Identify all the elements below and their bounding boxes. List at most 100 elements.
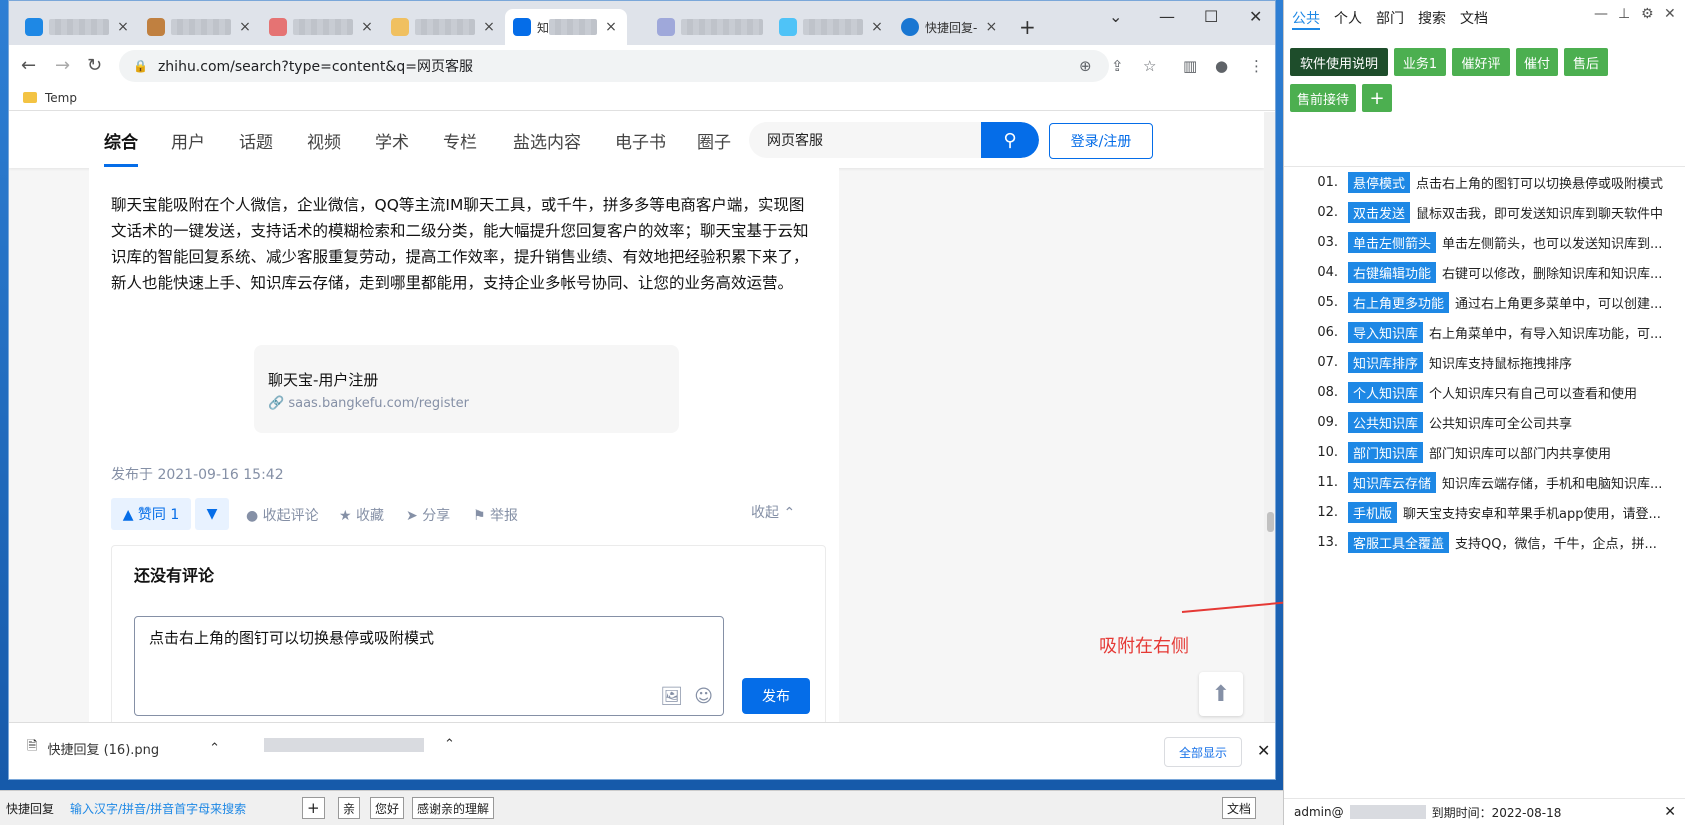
login-button[interactable]: 登录/注册 <box>1049 123 1153 159</box>
close-tab-icon[interactable]: × <box>603 19 619 35</box>
panel-tab-docs[interactable]: 文档 <box>1460 8 1488 30</box>
category-button[interactable]: 软件使用说明 <box>1290 48 1388 76</box>
profile-icon[interactable]: ● <box>1215 57 1228 75</box>
browser-tab[interactable]: 快捷回复- × <box>893 9 1015 45</box>
upvote-button[interactable]: ▲ 赞同 1 <box>111 498 191 530</box>
tab-academic[interactable]: 学术 <box>375 128 409 153</box>
browser-tab[interactable] <box>649 9 771 45</box>
close-window-icon[interactable]: ✕ <box>1249 7 1262 26</box>
browser-tab-active[interactable]: 知 × <box>505 9 627 45</box>
forward-icon[interactable]: → <box>55 55 70 76</box>
close-tab-icon[interactable]: × <box>983 19 999 35</box>
address-bar[interactable]: 🔒 zhihu.com/search?type=content&q=网页客服 <box>119 50 1109 82</box>
close-tab-icon[interactable]: × <box>115 19 131 35</box>
list-item[interactable]: 12. 手机版 聊天宝支持安卓和苹果手机app使用，请登... <box>1284 501 1685 523</box>
downvote-button[interactable]: ▼ <box>195 498 229 530</box>
docs-button[interactable]: 文档 <box>1222 797 1257 819</box>
add-button[interactable]: + <box>302 797 325 819</box>
panel-tabs: 公共 个人 部门 搜索 文档 <box>1292 8 1488 30</box>
comment-input[interactable]: 点击右上角的图钉可以切换悬停或吸附模式 🖼 ☺ <box>134 616 724 716</box>
minimize-icon[interactable]: — <box>1159 7 1175 26</box>
share-icon[interactable]: ⇪ <box>1111 57 1124 75</box>
list-item[interactable]: 08. 个人知识库 个人知识库只有自己可以查看和使用 <box>1284 381 1685 403</box>
list-item[interactable]: 10. 部门知识库 部门知识库可以部门内共享使用 <box>1284 441 1685 463</box>
browser-tab[interactable]: × <box>383 9 505 45</box>
emoji-icon[interactable]: ☺ <box>694 686 713 707</box>
list-item[interactable]: 03. 单击左侧箭头 单击左侧箭头，也可以发送知识库到... <box>1284 231 1685 253</box>
category-button[interactable]: 业务1 <box>1394 48 1446 76</box>
bookmark-temp[interactable]: Temp <box>45 91 77 105</box>
browser-tab[interactable]: × <box>17 9 139 45</box>
close-tab-icon[interactable]: × <box>869 19 885 35</box>
panel-tab-personal[interactable]: 个人 <box>1334 8 1362 30</box>
reload-icon[interactable]: ↻ <box>87 55 102 76</box>
tab-columns[interactable]: 专栏 <box>443 128 477 153</box>
browser-tab[interactable]: × <box>261 9 383 45</box>
back-icon[interactable]: ← <box>21 55 36 76</box>
download-item[interactable]: ⌃ <box>264 737 455 752</box>
panel-tab-search[interactable]: 搜索 <box>1418 8 1446 30</box>
browser-tab[interactable]: × <box>771 9 893 45</box>
menu-icon[interactable]: ⋮ <box>1249 57 1264 75</box>
panel-tab-public[interactable]: 公共 <box>1292 8 1320 30</box>
maximize-icon[interactable]: ☐ <box>1204 7 1218 26</box>
chevron-up-icon[interactable]: ⌃ <box>444 737 455 752</box>
category-button[interactable]: 售前接待 <box>1290 84 1356 112</box>
tab-search-icon[interactable]: ⌄ <box>1109 7 1122 26</box>
list-item[interactable]: 11. 知识库云存储 知识库云端存储，手机和电脑知识库... <box>1284 471 1685 493</box>
close-icon[interactable]: ✕ <box>1257 741 1270 760</box>
back-to-top-button[interactable]: ⬆ <box>1199 672 1243 716</box>
download-item[interactable]: 🗎 快捷回复 (16).png ⌃ <box>27 737 220 759</box>
close-tab-icon[interactable]: × <box>237 19 253 35</box>
tab-comprehensive[interactable]: 综合 <box>104 128 138 167</box>
link-card[interactable]: 聊天宝-用户注册 🔗 saas.bangkefu.com/register <box>254 345 679 433</box>
quick-phrase-button[interactable]: 感谢亲的理解 <box>412 797 495 819</box>
search-icon[interactable]: ⚲ <box>981 122 1039 158</box>
image-vip-icon[interactable]: 🖼 <box>660 686 683 707</box>
tab-videos[interactable]: 视频 <box>307 128 341 153</box>
list-item[interactable]: 01. 悬停模式 点击右上角的图钉可以切换悬停或吸附模式 <box>1284 171 1685 193</box>
page-scrollbar[interactable] <box>1264 112 1275 722</box>
search-field[interactable]: 输入汉字/拼音/拼音首字母来搜索 <box>70 797 246 819</box>
quick-phrase-button[interactable]: 亲 <box>338 797 361 819</box>
list-item[interactable]: 05. 右上角更多功能 通过右上角更多菜单中，可以创建... <box>1284 291 1685 313</box>
add-category-button[interactable]: + <box>1362 84 1392 112</box>
list-item[interactable]: 06. 导入知识库 右上角菜单中，有导入知识库功能，可... <box>1284 321 1685 343</box>
tab-ebooks[interactable]: 电子书 <box>615 128 666 153</box>
tab-circles[interactable]: 圈子 <box>697 128 731 153</box>
quick-phrase-button[interactable]: 您好 <box>370 797 405 819</box>
list-item[interactable]: 13. 客服工具全覆盖 支持QQ，微信，千牛，企点，拼... <box>1284 531 1685 553</box>
new-tab-button[interactable]: + <box>1019 15 1036 39</box>
share-button[interactable]: ➤ 分享 <box>406 505 450 525</box>
favorite-button[interactable]: ★ 收藏 <box>339 505 384 525</box>
tab-yanxuan[interactable]: 盐选内容 <box>513 128 581 153</box>
list-item[interactable]: 02. 双击发送 鼠标双击我，即可发送知识库到聊天软件中 <box>1284 201 1685 223</box>
show-all-button[interactable]: 全部显示 <box>1164 737 1242 767</box>
collapse-button[interactable]: 收起 ⌃ <box>751 502 795 522</box>
close-tab-icon[interactable]: × <box>359 19 375 35</box>
minimize-icon[interactable]: — <box>1594 6 1608 22</box>
settings-icon[interactable]: ⚙ <box>1641 6 1654 22</box>
tab-users[interactable]: 用户 <box>171 128 205 153</box>
close-icon[interactable]: ✕ <box>1664 6 1676 22</box>
list-item[interactable]: 07. 知识库排序 知识库支持鼠标拖拽排序 <box>1284 351 1685 373</box>
tab-topics[interactable]: 话题 <box>239 128 273 153</box>
search-input[interactable] <box>749 122 981 158</box>
close-icon[interactable]: ✕ <box>1664 804 1676 820</box>
category-button[interactable]: 催付 <box>1516 48 1558 76</box>
list-item[interactable]: 09. 公共知识库 公共知识库可全公司共享 <box>1284 411 1685 433</box>
category-button[interactable]: 售后 <box>1564 48 1608 76</box>
list-item[interactable]: 04. 右键编辑功能 右键可以修改，删除知识库和知识库... <box>1284 261 1685 283</box>
pin-icon[interactable]: ⊥ <box>1618 6 1630 22</box>
category-button[interactable]: 催好评 <box>1452 48 1510 76</box>
side-panel-icon[interactable]: ▥ <box>1183 57 1197 75</box>
zoom-icon[interactable]: ⊕ <box>1079 57 1092 75</box>
collapse-comments-button[interactable]: ● 收起评论 <box>246 505 319 525</box>
post-button[interactable]: 发布 <box>742 678 810 714</box>
bookmark-star-icon[interactable]: ☆ <box>1143 57 1156 75</box>
close-tab-icon[interactable]: × <box>481 19 497 35</box>
report-button[interactable]: ⚑ 举报 <box>473 505 518 525</box>
browser-tab[interactable]: × <box>139 9 261 45</box>
chevron-up-icon[interactable]: ⌃ <box>209 741 220 756</box>
panel-tab-department[interactable]: 部门 <box>1376 8 1404 30</box>
